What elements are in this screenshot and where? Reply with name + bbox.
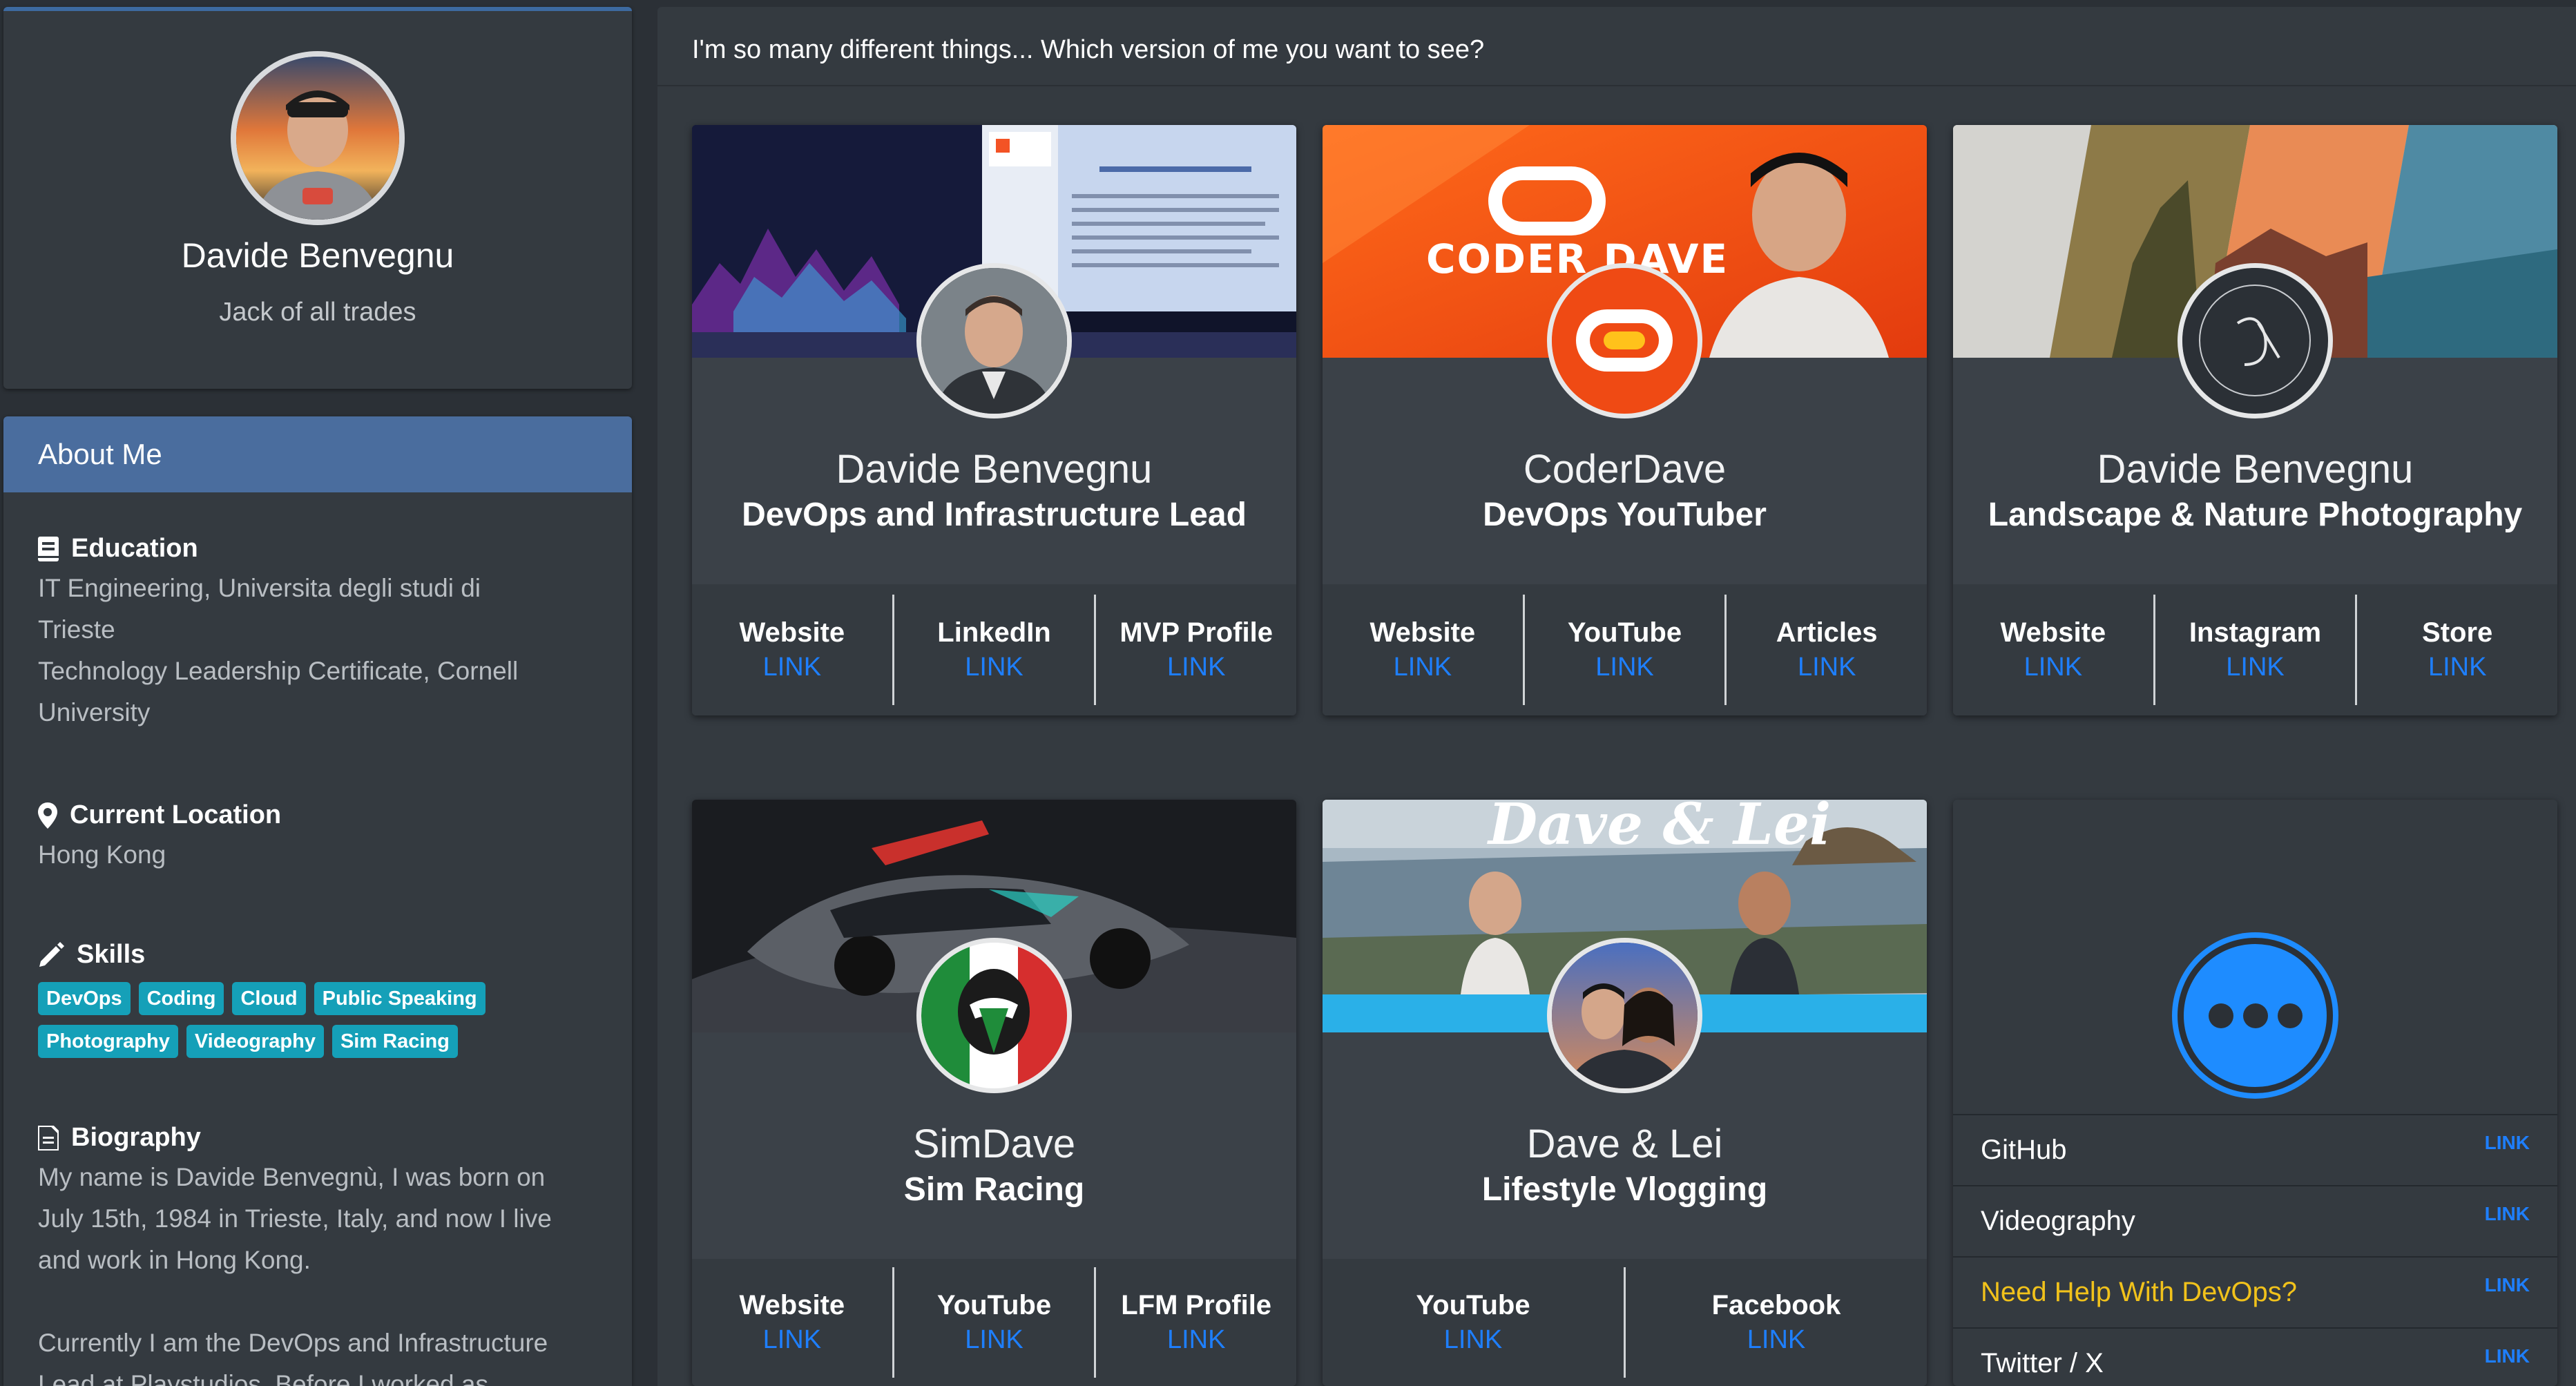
youtube-link-button[interactable]: YouTube LINK bbox=[1323, 1267, 1624, 1378]
card-avatar-photography-logo bbox=[2178, 263, 2333, 418]
skill-badge: Sim Racing bbox=[331, 1025, 458, 1058]
card-simdave: SimDave Sim Racing Website LINK YouTube … bbox=[692, 800, 1296, 1386]
card-name: SimDave bbox=[912, 1122, 1076, 1166]
education-section: Education IT Engineering, Universita deg… bbox=[38, 534, 597, 733]
youtube-link-button[interactable]: YouTube LINK bbox=[892, 1267, 1095, 1378]
card-photography: Davide Benvegnu Landscape & Nature Photo… bbox=[1953, 125, 2557, 715]
profile-tagline: Jack of all trades bbox=[219, 298, 416, 327]
instagram-link-button[interactable]: Instagram LINK bbox=[2153, 595, 2356, 705]
skills-list: DevOps Coding Cloud Public Speaking Phot… bbox=[38, 982, 521, 1058]
location-title: Current Location bbox=[70, 800, 282, 829]
skill-badge: Photography bbox=[38, 1025, 178, 1058]
card-avatar-dave-lei bbox=[1547, 938, 1702, 1093]
website-link-button[interactable]: Website LINK bbox=[1323, 595, 1523, 705]
card-links: Website LINK Instagram LINK Store LINK bbox=[1953, 584, 2557, 715]
card-role: Landscape & Nature Photography bbox=[1988, 497, 2523, 533]
book-icon bbox=[38, 536, 59, 561]
profile-avatar bbox=[231, 51, 405, 225]
card-avatar-simdave bbox=[916, 938, 1072, 1093]
document-icon bbox=[38, 1125, 59, 1151]
store-link-button[interactable]: Store LINK bbox=[2355, 595, 2557, 705]
facebook-link-button[interactable]: Facebook LINK bbox=[1624, 1267, 1927, 1378]
mvp-profile-link-button[interactable]: MVP Profile LINK bbox=[1094, 595, 1296, 705]
main-panel: I'm so many different things... Which ve… bbox=[657, 7, 2576, 1386]
pencil-icon bbox=[39, 941, 64, 967]
card-name: Davide Benvegnu bbox=[836, 447, 1153, 492]
card-role: Sim Racing bbox=[903, 1171, 1085, 1208]
skill-badge: Videography bbox=[186, 1025, 324, 1058]
biography-text: My name is Davide Benvegnù, I was born o… bbox=[38, 1163, 552, 1386]
more-links-list: GitHub LINK Videography LINK Need Help W… bbox=[1953, 1114, 2557, 1386]
card-links: YouTube LINK Facebook LINK bbox=[1323, 1259, 1927, 1386]
card-role: DevOps YouTuber bbox=[1483, 497, 1767, 533]
card-name: CoderDave bbox=[1523, 447, 1727, 492]
sidebar: Davide Benvegnu Jack of all trades About… bbox=[3, 7, 632, 1386]
skills-title: Skills bbox=[77, 940, 146, 969]
main-header: I'm so many different things... Which ve… bbox=[657, 7, 2576, 86]
website-link-button[interactable]: Website LINK bbox=[692, 1267, 892, 1378]
coderdave-banner-text: CODER DAVE bbox=[1426, 235, 1729, 282]
twitter-link[interactable]: LINK bbox=[2485, 1345, 2530, 1367]
skills-section: Skills DevOps Coding Cloud Public Speaki… bbox=[38, 940, 597, 1058]
location-section: Current Location Hong Kong bbox=[38, 800, 597, 876]
card-links: Website LINK YouTube LINK LFM Profile LI… bbox=[692, 1259, 1296, 1386]
card-role: DevOps and Infrastructure Lead bbox=[742, 497, 1247, 533]
card-name: Dave & Lei bbox=[1526, 1122, 1723, 1166]
biography-title: Biography bbox=[71, 1123, 201, 1152]
skill-badge: DevOps bbox=[38, 982, 131, 1015]
education-title: Education bbox=[71, 534, 198, 563]
website-link-button[interactable]: Website LINK bbox=[692, 595, 892, 705]
skill-badge: Coding bbox=[138, 982, 224, 1015]
dave-lei-banner-text: Dave & Lei bbox=[1488, 800, 1832, 858]
profile-card: Davide Benvegnu Jack of all trades bbox=[3, 7, 632, 389]
skill-badge: Cloud bbox=[232, 982, 306, 1015]
card-avatar-coderdave bbox=[1547, 263, 1702, 418]
more-item-twitter[interactable]: Twitter / X LINK bbox=[1953, 1327, 2557, 1386]
profile-name: Davide Benvegnu bbox=[181, 236, 454, 275]
linkedin-link-button[interactable]: LinkedIn LINK bbox=[892, 595, 1095, 705]
lfm-profile-link-button[interactable]: LFM Profile LINK bbox=[1094, 1267, 1296, 1378]
articles-link-button[interactable]: Articles LINK bbox=[1724, 595, 1927, 705]
github-link[interactable]: LINK bbox=[2485, 1132, 2530, 1154]
card-coderdave: CODER DAVE CoderDave DevOps YouTuber Web… bbox=[1323, 125, 1927, 715]
card-devops: Davide Benvegnu DevOps and Infrastructur… bbox=[692, 125, 1296, 715]
location-text: Hong Kong bbox=[38, 840, 166, 869]
card-avatar-devops bbox=[916, 263, 1072, 418]
more-item-github[interactable]: GitHub LINK bbox=[1953, 1114, 2557, 1185]
skill-badge: Public Speaking bbox=[314, 982, 486, 1015]
map-pin-icon bbox=[38, 802, 57, 829]
card-role: Lifestyle Vlogging bbox=[1481, 1171, 1768, 1208]
devops-help-link[interactable]: LINK bbox=[2485, 1274, 2530, 1296]
youtube-link-button[interactable]: YouTube LINK bbox=[1522, 595, 1725, 705]
about-card: About Me Education IT Engineering, Unive… bbox=[3, 416, 632, 1386]
more-item-videography[interactable]: Videography LINK bbox=[1953, 1185, 2557, 1256]
about-header: About Me bbox=[3, 416, 632, 492]
education-text: IT Engineering, Universita degli studi d… bbox=[38, 574, 519, 726]
card-name: Davide Benvegnu bbox=[2097, 447, 2414, 492]
card-dave-lei: Dave & Lei Dave & Lei Lifestyle Vlogging bbox=[1323, 800, 1927, 1386]
videography-link[interactable]: LINK bbox=[2485, 1203, 2530, 1225]
more-dots-icon bbox=[2178, 938, 2333, 1093]
biography-section: Biography My name is Davide Benvegnù, I … bbox=[38, 1123, 597, 1386]
card-links: Website LINK LinkedIn LINK MVP Profile L… bbox=[692, 584, 1296, 715]
card-links: Website LINK YouTube LINK Articles LINK bbox=[1323, 584, 1927, 715]
website-link-button[interactable]: Website LINK bbox=[1953, 595, 2153, 705]
more-item-devops-help[interactable]: Need Help With DevOps? LINK bbox=[1953, 1256, 2557, 1327]
card-more-links: GitHub LINK Videography LINK Need Help W… bbox=[1953, 800, 2557, 1386]
